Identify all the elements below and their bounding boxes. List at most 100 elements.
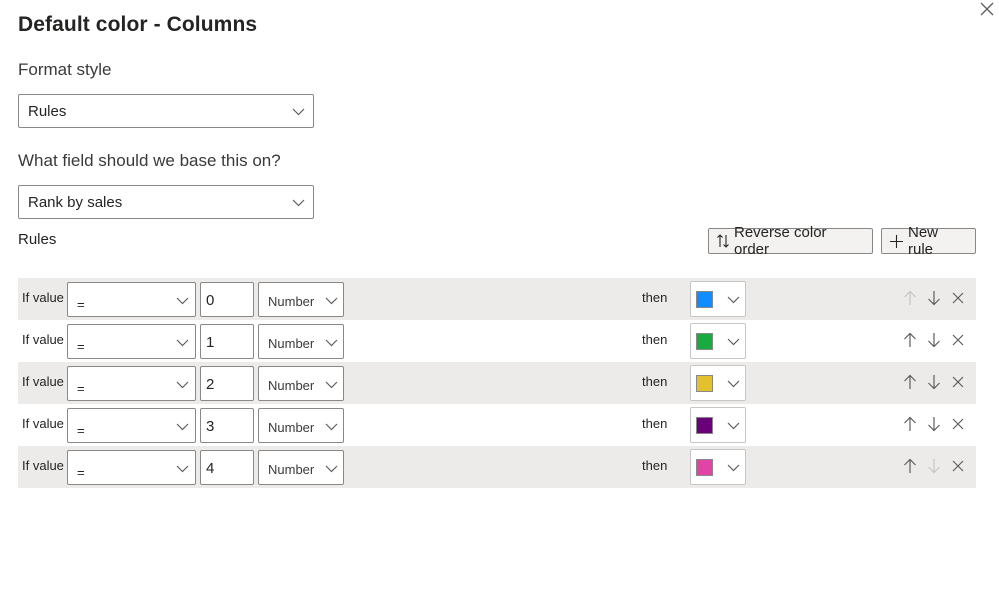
if-value-label: If value — [22, 332, 64, 347]
operator-dropdown[interactable]: = — [67, 450, 196, 485]
operator-dropdown[interactable]: = — [67, 408, 196, 443]
delete-rule-button[interactable] — [951, 290, 965, 306]
operator-value: = — [77, 465, 85, 480]
chevron-down-icon — [176, 381, 189, 389]
delete-rule-button[interactable] — [951, 332, 965, 348]
move-up-button[interactable] — [903, 416, 917, 432]
operator-value: = — [77, 297, 85, 312]
format-style-value: Rules — [28, 102, 67, 120]
operator-dropdown[interactable]: = — [67, 282, 196, 317]
chevron-down-icon — [292, 199, 305, 207]
close-icon — [952, 292, 964, 304]
color-swatch — [696, 375, 713, 392]
arrow-up-icon — [904, 332, 916, 347]
base-field-label: What field should we base this on? — [18, 151, 281, 170]
chevron-down-icon — [727, 380, 740, 388]
value-input[interactable]: 2 — [200, 366, 254, 401]
rule-row: If value = 3 Number then — [18, 404, 976, 446]
close-icon — [952, 460, 964, 472]
close-icon — [952, 334, 964, 346]
rule-actions — [903, 416, 965, 432]
color-picker[interactable] — [690, 407, 746, 443]
rules-label: Rules — [18, 231, 57, 248]
chevron-down-icon — [727, 296, 740, 304]
rule-row: If value = 1 Number then — [18, 320, 976, 362]
rule-actions — [903, 332, 965, 348]
chevron-down-icon — [727, 422, 740, 430]
reverse-color-order-button[interactable]: Reverse color order — [708, 224, 873, 258]
format-style-dropdown[interactable]: Rules — [18, 94, 314, 128]
operator-dropdown[interactable]: = — [67, 324, 196, 359]
base-field-dropdown[interactable]: Rank by sales — [18, 185, 314, 219]
arrow-down-icon — [928, 459, 940, 474]
then-label: then — [642, 290, 668, 305]
if-value-label: If value — [22, 290, 64, 305]
value-input[interactable]: 4 — [200, 450, 254, 485]
close-icon — [952, 418, 964, 430]
value-type-dropdown[interactable]: Number — [258, 366, 344, 401]
then-label: then — [642, 374, 668, 389]
arrow-down-icon — [928, 291, 940, 306]
color-picker[interactable] — [690, 281, 746, 317]
chevron-down-icon — [292, 108, 305, 116]
operator-value: = — [77, 423, 85, 438]
chevron-down-icon — [176, 297, 189, 305]
arrow-up-icon — [904, 416, 916, 431]
then-label: then — [642, 458, 668, 473]
then-label: then — [642, 332, 668, 347]
color-picker[interactable] — [690, 323, 746, 359]
arrow-down-icon — [928, 375, 940, 390]
new-rule-label: New rule — [908, 224, 939, 258]
new-rule-button[interactable]: New rule — [881, 224, 976, 258]
color-picker[interactable] — [690, 365, 746, 401]
plus-icon — [890, 234, 903, 248]
value-type-value: Number — [268, 420, 315, 435]
value-type-dropdown[interactable]: Number — [258, 324, 344, 359]
move-down-button[interactable] — [927, 290, 941, 306]
rule-row: If value = 0 Number then — [18, 278, 976, 320]
operator-value: = — [77, 339, 85, 354]
operator-dropdown[interactable]: = — [67, 366, 196, 401]
value-input[interactable]: 0 — [200, 282, 254, 317]
value-type-dropdown[interactable]: Number — [258, 450, 344, 485]
color-swatch — [696, 333, 713, 350]
delete-rule-button[interactable] — [951, 374, 965, 390]
value-type-value: Number — [268, 336, 315, 351]
arrow-up-icon — [904, 290, 916, 305]
rule-actions — [903, 374, 965, 390]
value-type-value: Number — [268, 462, 315, 477]
chevron-down-icon — [176, 465, 189, 473]
then-label: then — [642, 416, 668, 431]
chevron-down-icon — [176, 423, 189, 431]
chevron-down-icon — [325, 465, 338, 473]
arrow-up-icon — [904, 458, 916, 473]
value-input[interactable]: 3 — [200, 408, 254, 443]
dialog-title: Default color - Columns — [18, 13, 258, 36]
if-value-label: If value — [22, 458, 64, 473]
arrow-down-icon — [928, 333, 940, 348]
rules-list: If value = 0 Number then If value = 1 Nu… — [18, 278, 976, 488]
chevron-down-icon — [727, 338, 740, 346]
value-type-dropdown[interactable]: Number — [258, 282, 344, 317]
if-value-label: If value — [22, 416, 64, 431]
value-input[interactable]: 1 — [200, 324, 254, 359]
move-up-button[interactable] — [903, 374, 917, 390]
delete-rule-button[interactable] — [951, 416, 965, 432]
move-up-button[interactable] — [903, 458, 917, 474]
base-field-value: Rank by sales — [28, 193, 123, 211]
value-type-dropdown[interactable]: Number — [258, 408, 344, 443]
move-down-button[interactable] — [927, 416, 941, 432]
move-down-button[interactable] — [927, 332, 941, 348]
chevron-down-icon — [325, 381, 338, 389]
move-up-button — [903, 290, 917, 306]
format-style-label: Format style — [18, 60, 112, 79]
close-button[interactable] — [976, 0, 996, 20]
close-icon — [952, 376, 964, 388]
move-up-button[interactable] — [903, 332, 917, 348]
color-picker[interactable] — [690, 449, 746, 485]
value-type-value: Number — [268, 378, 315, 393]
close-icon — [980, 2, 994, 16]
move-down-button[interactable] — [927, 374, 941, 390]
chevron-down-icon — [325, 339, 338, 347]
delete-rule-button[interactable] — [951, 458, 965, 474]
